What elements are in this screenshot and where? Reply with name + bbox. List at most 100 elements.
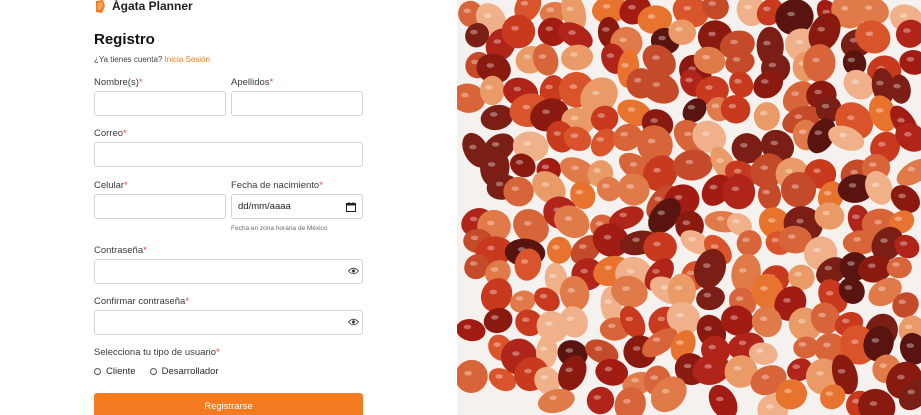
stone-highlight — [792, 364, 801, 370]
stone-highlight — [824, 265, 833, 271]
stone-highlight — [657, 210, 665, 216]
stone-highlight — [704, 364, 712, 369]
stone-highlight — [734, 78, 742, 84]
stone-highlight — [553, 131, 562, 136]
contrasena-input[interactable] — [94, 259, 363, 284]
stone-highlight — [709, 184, 718, 190]
stone-highlight — [728, 103, 737, 109]
stone-highlight — [875, 108, 884, 113]
stone-highlight — [730, 39, 738, 45]
eye-icon[interactable] — [348, 267, 359, 275]
stone-highlight — [732, 219, 740, 224]
stone-highlight — [621, 63, 629, 68]
confirmar-label-text: Confirmar contraseña — [94, 296, 186, 307]
stone-highlight — [491, 142, 500, 147]
stone-highlight — [511, 26, 519, 31]
agate-stones-photo — [457, 0, 921, 415]
fecha-value: dd/mm/aaaa — [238, 201, 291, 212]
stone-highlight — [650, 375, 658, 380]
stone-highlight — [520, 1, 529, 6]
correo-input[interactable] — [94, 142, 363, 167]
stone-highlight — [823, 342, 831, 348]
radio-desarrollador[interactable]: Desarrollador — [149, 366, 219, 377]
stone-highlight — [470, 235, 479, 241]
stone-highlight — [625, 316, 634, 322]
required-marker: * — [185, 296, 190, 307]
stone-highlight — [545, 321, 553, 326]
stone-highlight — [545, 84, 553, 90]
radio-circle[interactable] — [94, 368, 101, 375]
nombres-input[interactable] — [94, 91, 226, 116]
agate-stone — [753, 102, 780, 131]
radio-cliente[interactable]: Cliente — [94, 366, 136, 377]
stone-highlight — [469, 216, 478, 222]
contrasena-label: Contraseña* — [94, 245, 147, 256]
stone-highlight — [523, 54, 532, 59]
stone-highlight — [731, 186, 740, 192]
stone-highlight — [770, 140, 779, 146]
required-marker: * — [123, 128, 127, 139]
stone-highlight — [732, 57, 741, 62]
stone-highlight — [704, 326, 712, 331]
stone-highlight — [632, 346, 641, 351]
stone-highlight — [521, 317, 530, 323]
stone-highlight — [765, 404, 774, 409]
radio-circle[interactable] — [149, 368, 157, 375]
calendar-icon[interactable] — [346, 201, 356, 212]
stone-highlight — [487, 245, 495, 251]
stone-highlight — [813, 168, 821, 174]
stone-highlight — [738, 340, 747, 346]
required-marker: * — [319, 180, 323, 191]
stone-highlight — [787, 11, 795, 17]
stone-highlight — [798, 129, 807, 135]
stone-highlight — [848, 183, 857, 188]
stone-highlight — [489, 112, 498, 117]
stone-highlight — [847, 115, 855, 121]
stone-highlight — [812, 57, 820, 63]
confirmar-input[interactable] — [94, 310, 363, 335]
register-button[interactable]: Registrarse — [94, 393, 363, 415]
stone-highlight — [568, 30, 576, 35]
stone-highlight — [847, 261, 855, 266]
required-marker: * — [143, 245, 147, 256]
stone-highlight — [603, 234, 612, 240]
stone-highlight — [708, 1, 716, 6]
stone-highlight — [569, 84, 578, 89]
stone-highlight — [631, 378, 639, 383]
stone-highlight — [657, 316, 665, 322]
required-marker: * — [138, 77, 143, 88]
stone-highlight — [876, 80, 884, 86]
stone-highlight — [626, 269, 635, 274]
stone-highlight — [907, 166, 916, 172]
login-link[interactable]: Inicia Sesión — [165, 55, 210, 64]
brand-name: Ágata Planner — [112, 0, 193, 13]
stone-highlight — [542, 109, 550, 115]
stone-highlight — [906, 57, 915, 62]
stone-highlight — [771, 237, 780, 243]
stone-highlight — [512, 351, 520, 356]
stone-highlight — [853, 237, 861, 242]
stone-highlight — [892, 262, 900, 267]
fecha-input[interactable]: dd/mm/aaaa — [231, 194, 363, 219]
eye-icon[interactable] — [348, 318, 359, 326]
agate-stone — [532, 43, 559, 76]
stone-highlight — [798, 342, 807, 347]
stone-highlight — [676, 340, 684, 345]
correo-label-text: Correo — [94, 128, 124, 139]
stone-highlight — [491, 315, 499, 320]
stone-highlight — [674, 285, 683, 291]
stone-highlight — [520, 259, 529, 264]
agate-stone — [643, 231, 677, 263]
stone-highlight — [674, 195, 683, 200]
user-type-label: Selecciona tu tipo de usuario* — [94, 347, 220, 358]
stone-highlight — [817, 26, 825, 32]
stone-highlight — [683, 363, 692, 369]
apellidos-input[interactable] — [231, 91, 363, 116]
stone-highlight — [878, 141, 886, 147]
stone-highlight — [650, 118, 658, 123]
stone-highlight — [879, 363, 887, 369]
stone-highlight — [874, 219, 882, 225]
stone-highlight — [626, 184, 634, 189]
stone-highlight — [580, 268, 588, 274]
celular-input[interactable] — [94, 194, 226, 219]
